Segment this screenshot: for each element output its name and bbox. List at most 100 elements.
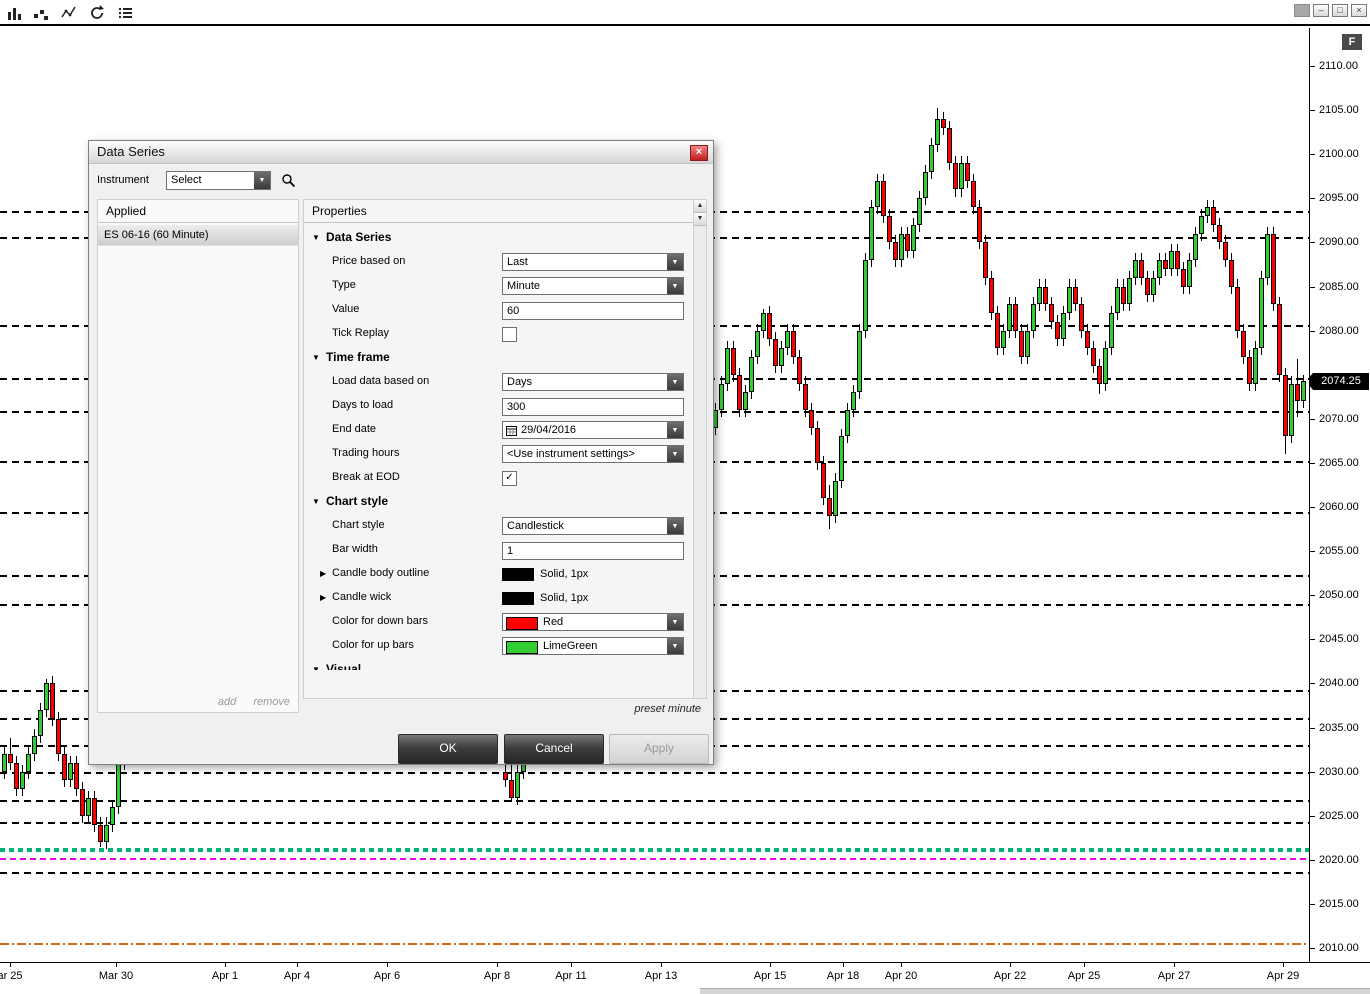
property-label: Candle body outline [332,567,430,579]
candle-up [68,763,73,780]
load-data-based-on-value: Days [507,376,533,388]
candle-up [875,181,880,207]
section-label: Data Series [326,230,392,244]
color-for-up-bars-select[interactable]: LimeGreen ▼ [502,637,684,655]
color-for-down-bars-select[interactable]: Red ▼ [502,613,684,631]
candle-down [62,754,67,780]
candle-up [917,198,922,225]
candle-up [923,172,928,198]
trading-hours-select[interactable]: <Use instrument settings> ▼ [502,445,684,463]
value-input[interactable] [502,302,684,320]
time-axis[interactable]: ar 25 Mar 30 Apr 1 Apr 4 Apr 6 Apr 8 Apr 11 Apr… [0,962,1370,994]
price-label: 2015.00 [1319,898,1359,910]
close-icon[interactable]: × [690,145,708,161]
property-row-candle-wick: ▶ Candle wick Solid, 1px [304,586,694,610]
price-tick [1310,860,1315,861]
price-label: 2095.00 [1319,192,1359,204]
triangle-down-icon: ▼ [312,233,320,242]
property-row-trading-hours: Trading hours <Use instrument settings> ▼ [304,442,694,466]
close-window-button[interactable]: × [1351,4,1367,17]
candle-up [1103,348,1108,384]
ok-button[interactable]: OK [398,734,498,764]
time-label: Apr 25 [1067,970,1101,982]
triangle-right-icon[interactable]: ▶ [320,569,326,578]
candle-up [1157,260,1162,278]
tick-replay-checkbox[interactable] [502,327,517,342]
price-tick [1310,463,1315,464]
chart-style-select[interactable]: Candlestick ▼ [502,517,684,535]
section-label: Time frame [326,350,390,364]
search-icon[interactable] [281,173,296,188]
chevron-down-icon: ▼ [667,638,683,654]
days-to-load-input[interactable] [502,398,684,416]
candle-down [983,242,988,278]
candle-up [899,234,904,260]
line-chart-icon[interactable] [60,4,78,22]
window-fill-button[interactable] [1294,4,1310,17]
candle-up [1037,287,1042,304]
candle-down [737,375,742,410]
candle-up [1169,251,1174,269]
candle-down [1295,384,1300,401]
list-icon[interactable] [117,4,135,22]
candle-body-outline-style[interactable]: Solid, 1px [502,565,684,586]
candle-down [1181,269,1186,287]
scroll-down-icon[interactable]: ▼ [694,213,706,226]
remove-series-link[interactable]: remove [253,696,290,708]
calendar-icon [506,425,517,436]
cancel-button[interactable]: Cancel [504,734,604,764]
time-label: Apr 27 [1157,970,1191,982]
section-chart-style[interactable]: ▼ Chart style [304,490,694,514]
section-data-series[interactable]: ▼ Data Series [304,226,694,250]
triangle-right-icon[interactable]: ▶ [320,593,326,602]
candle-up [761,313,766,331]
apply-button[interactable]: Apply [609,734,709,764]
price-label: 2045.00 [1319,633,1359,645]
instrument-select[interactable]: Select ▼ [166,171,271,190]
candle-up [1301,381,1306,401]
candle-down [92,798,97,825]
type-select[interactable]: Minute ▼ [502,277,684,295]
section-visual[interactable]: ▼ Visual [304,658,694,670]
price-based-on-select[interactable]: Last ▼ [502,253,684,271]
restore-button[interactable]: □ [1332,4,1348,17]
applied-series-item[interactable]: ES 06-16 (60 Minute) [98,225,298,246]
candle-up [1253,348,1258,384]
break-at-eod-checkbox[interactable]: ✓ [502,471,517,486]
horizontal-scrollbar[interactable] [700,988,1370,994]
price-axis[interactable]: F 2074.25 2110.00 2105.00 2100.00 2095.00 20… [1310,28,1370,962]
chart-style-value: Candlestick [507,520,564,532]
candle-wick-style[interactable]: Solid, 1px [502,589,684,610]
load-data-based-on-select[interactable]: Days ▼ [502,373,684,391]
add-series-link[interactable]: add [218,696,236,708]
time-tick [116,963,117,967]
line-style-swatch [502,592,534,605]
property-row-bar-width: Bar width [304,538,694,562]
bar-chart-icon[interactable] [6,4,24,22]
candle-down [1019,331,1024,357]
end-date-select[interactable]: 29/04/2016 ▼ [502,421,684,439]
property-row-type: Type Minute ▼ [304,274,694,298]
candle-down [74,763,79,789]
minimize-button[interactable]: – [1313,4,1329,17]
current-price-tag: 2074.25 [1310,373,1369,390]
property-label: Tick Replay [332,327,390,339]
property-control: Last ▼ [502,253,684,271]
price-label: 2020.00 [1319,854,1359,866]
mini-chart-icon[interactable] [32,4,50,22]
candle-up [785,331,790,348]
candle-down [1217,225,1222,242]
price-tick [1310,242,1315,243]
property-label: Price based on [332,255,406,267]
section-time-frame[interactable]: ▼ Time frame [304,346,694,370]
refresh-icon[interactable] [88,4,106,22]
scroll-up-icon[interactable]: ▲ [694,200,706,213]
bar-width-input[interactable] [502,542,684,560]
price-tick [1310,154,1315,155]
properties-scrollbar[interactable]: ▲ ▼ [693,200,706,698]
candle-down [977,207,982,242]
chevron-down-icon: ▼ [667,278,683,294]
dialog-title-bar[interactable]: Data Series × [89,141,713,164]
property-control: 29/04/2016 ▼ [502,421,684,439]
time-tick [10,963,11,967]
